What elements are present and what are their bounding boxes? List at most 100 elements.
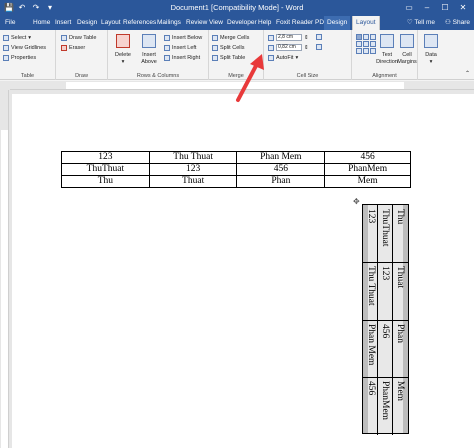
table-cell[interactable]: 456: [366, 381, 376, 395]
group-rows-columns: Delete ▾ Insert Above Insert Below Inser…: [108, 30, 209, 80]
split-cells-icon: [212, 45, 218, 51]
tabs-right: ♡ Tell me ⚇ Share: [407, 16, 470, 30]
table-cell[interactable]: Thu: [61, 175, 150, 188]
distribute-columns-button[interactable]: [316, 44, 322, 50]
table-cell[interactable]: 123: [366, 209, 376, 223]
delete-button[interactable]: Delete ▾: [112, 34, 134, 68]
merge-cells-button[interactable]: Merge Cells: [212, 35, 249, 41]
close-button[interactable]: ✕: [454, 2, 472, 14]
table-row: ThuThuat 123 456 PhanMem: [61, 163, 411, 176]
person-icon: ⚇: [445, 19, 453, 26]
table-cell[interactable]: Thuat: [395, 266, 405, 288]
table-cell[interactable]: Phan: [236, 175, 326, 188]
table-cell[interactable]: 456: [324, 151, 411, 164]
table-cell[interactable]: 456: [380, 324, 390, 338]
tab-foxit-reader-pdf[interactable]: Foxit Reader PDF: [273, 16, 331, 30]
table-cell[interactable]: Thu Thuat: [366, 266, 376, 306]
align-bottom-center-icon[interactable]: [363, 48, 369, 54]
tell-me-search[interactable]: ♡ Tell me: [407, 16, 435, 30]
table-cell[interactable]: ThuThuat: [380, 209, 390, 246]
column-width-spinner[interactable]: ⇕: [304, 45, 309, 51]
select-button[interactable]: Select ▾: [3, 35, 31, 41]
insert-below-icon: [164, 35, 170, 41]
text-direction-button[interactable]: Text Direction: [376, 34, 398, 68]
tab-view[interactable]: View: [206, 16, 226, 30]
row-height-input[interactable]: 2,8 cm: [276, 34, 302, 41]
view-gridlines-button[interactable]: View Gridlines: [3, 45, 46, 51]
group-label-draw: Draw: [75, 73, 88, 79]
table-cell[interactable]: Phan Mem: [366, 324, 376, 365]
table-cell[interactable]: Thu Thuat: [148, 151, 238, 164]
table-rotated[interactable]: 123 ThuThuat Thu Thu Thuat 123 Thuat Pha…: [362, 204, 409, 435]
eraser-icon: [61, 45, 67, 51]
align-bottom-left-icon[interactable]: [356, 48, 362, 54]
collapse-ribbon-icon[interactable]: ⌃: [465, 70, 470, 77]
row-height-icon: [268, 34, 274, 41]
align-center-icon[interactable]: [363, 41, 369, 47]
table-cell[interactable]: Thuat: [148, 175, 238, 188]
table-cell[interactable]: Mem: [395, 381, 405, 401]
group-label-alignment: Alignment: [372, 73, 397, 79]
tab-insert[interactable]: Insert: [52, 16, 74, 30]
table-cell[interactable]: Mem: [324, 175, 411, 188]
table-cell[interactable]: 123: [61, 151, 150, 164]
group-label-cell-size: Cell Size: [296, 73, 319, 79]
table-cell[interactable]: 456: [236, 163, 326, 176]
properties-button[interactable]: Properties: [3, 55, 36, 61]
tab-table-design[interactable]: Design: [324, 16, 351, 30]
delete-table-icon: [116, 34, 130, 48]
insert-left-button[interactable]: Insert Left: [164, 45, 196, 51]
maximize-button[interactable]: ☐: [436, 2, 454, 14]
table-cell[interactable]: Phan Mem: [236, 151, 326, 164]
minimize-button[interactable]: –: [418, 2, 436, 14]
ribbon-display-icon[interactable]: ▭: [400, 2, 418, 14]
align-top-right-icon[interactable]: [370, 34, 376, 40]
group-cell-size: 2,8 cm ⇕ 0,82 cm ⇕ AutoFit ▾ Cell Size: [264, 30, 352, 80]
align-top-center-icon[interactable]: [363, 34, 369, 40]
split-table-icon: [212, 55, 218, 61]
tab-table-layout[interactable]: Layout: [352, 16, 380, 30]
tab-design[interactable]: Design: [74, 16, 100, 30]
window-controls: ▭ – ☐ ✕: [400, 2, 472, 14]
table-cell[interactable]: PhanMem: [380, 381, 390, 420]
tab-file[interactable]: File: [2, 16, 18, 30]
table-cell[interactable]: 123: [148, 163, 238, 176]
table-cell[interactable]: ThuThuat: [61, 163, 150, 176]
gridlines-icon: [3, 45, 9, 51]
insert-below-button[interactable]: Insert Below: [164, 35, 202, 41]
table-cell[interactable]: PhanMem: [324, 163, 411, 176]
group-alignment: Text Direction Cell Margins Alignment: [352, 30, 418, 80]
tab-help[interactable]: Help: [255, 16, 274, 30]
data-button[interactable]: Data ▾: [422, 34, 440, 65]
group-label-rows-columns: Rows & Columns: [136, 73, 180, 79]
ribbon-tabs: File Home Insert Design Layout Reference…: [0, 16, 474, 30]
draw-table-button[interactable]: Draw Table: [61, 35, 96, 41]
align-center-left-icon[interactable]: [356, 41, 362, 47]
table-row: Thu Thuat Phan Mem: [61, 175, 411, 188]
insert-above-button[interactable]: Insert Above: [137, 34, 161, 68]
tab-home[interactable]: Home: [30, 16, 53, 30]
autofit-button[interactable]: AutoFit ▾: [268, 55, 298, 61]
eraser-button[interactable]: Eraser: [61, 45, 85, 51]
column-width-control: 0,82 cm ⇕: [268, 44, 309, 51]
table-cell[interactable]: 123: [380, 266, 390, 280]
align-top-left-icon[interactable]: [356, 34, 362, 40]
vertical-ruler[interactable]: [0, 90, 9, 448]
table-cell[interactable]: Thu: [395, 209, 405, 224]
align-center-right-icon[interactable]: [370, 41, 376, 47]
table-cell[interactable]: Phan: [395, 324, 405, 343]
word-window: 💾 ↶ ↷ ▾ Document1 [Compatibility Mode] -…: [0, 0, 474, 448]
insert-right-icon: [164, 55, 170, 61]
cell-margins-button[interactable]: Cell Margins: [397, 34, 417, 68]
table-move-handle-icon[interactable]: ✥: [353, 198, 361, 206]
split-cells-button[interactable]: Split Cells: [212, 45, 244, 51]
table-horizontal[interactable]: 123 Thu Thuat Phan Mem 456 ThuThuat 123 …: [61, 151, 411, 188]
share-button[interactable]: ⚇ Share: [445, 16, 470, 30]
group-draw: Draw Table Eraser Draw: [56, 30, 108, 80]
distribute-rows-button[interactable]: [316, 34, 322, 40]
text-direction-icon: [380, 34, 394, 48]
row-height-spinner[interactable]: ⇕: [304, 35, 309, 41]
tab-mailings[interactable]: Mailings: [154, 16, 184, 30]
insert-right-button[interactable]: Insert Right: [164, 55, 200, 61]
column-width-input[interactable]: 0,82 cm: [276, 44, 302, 51]
